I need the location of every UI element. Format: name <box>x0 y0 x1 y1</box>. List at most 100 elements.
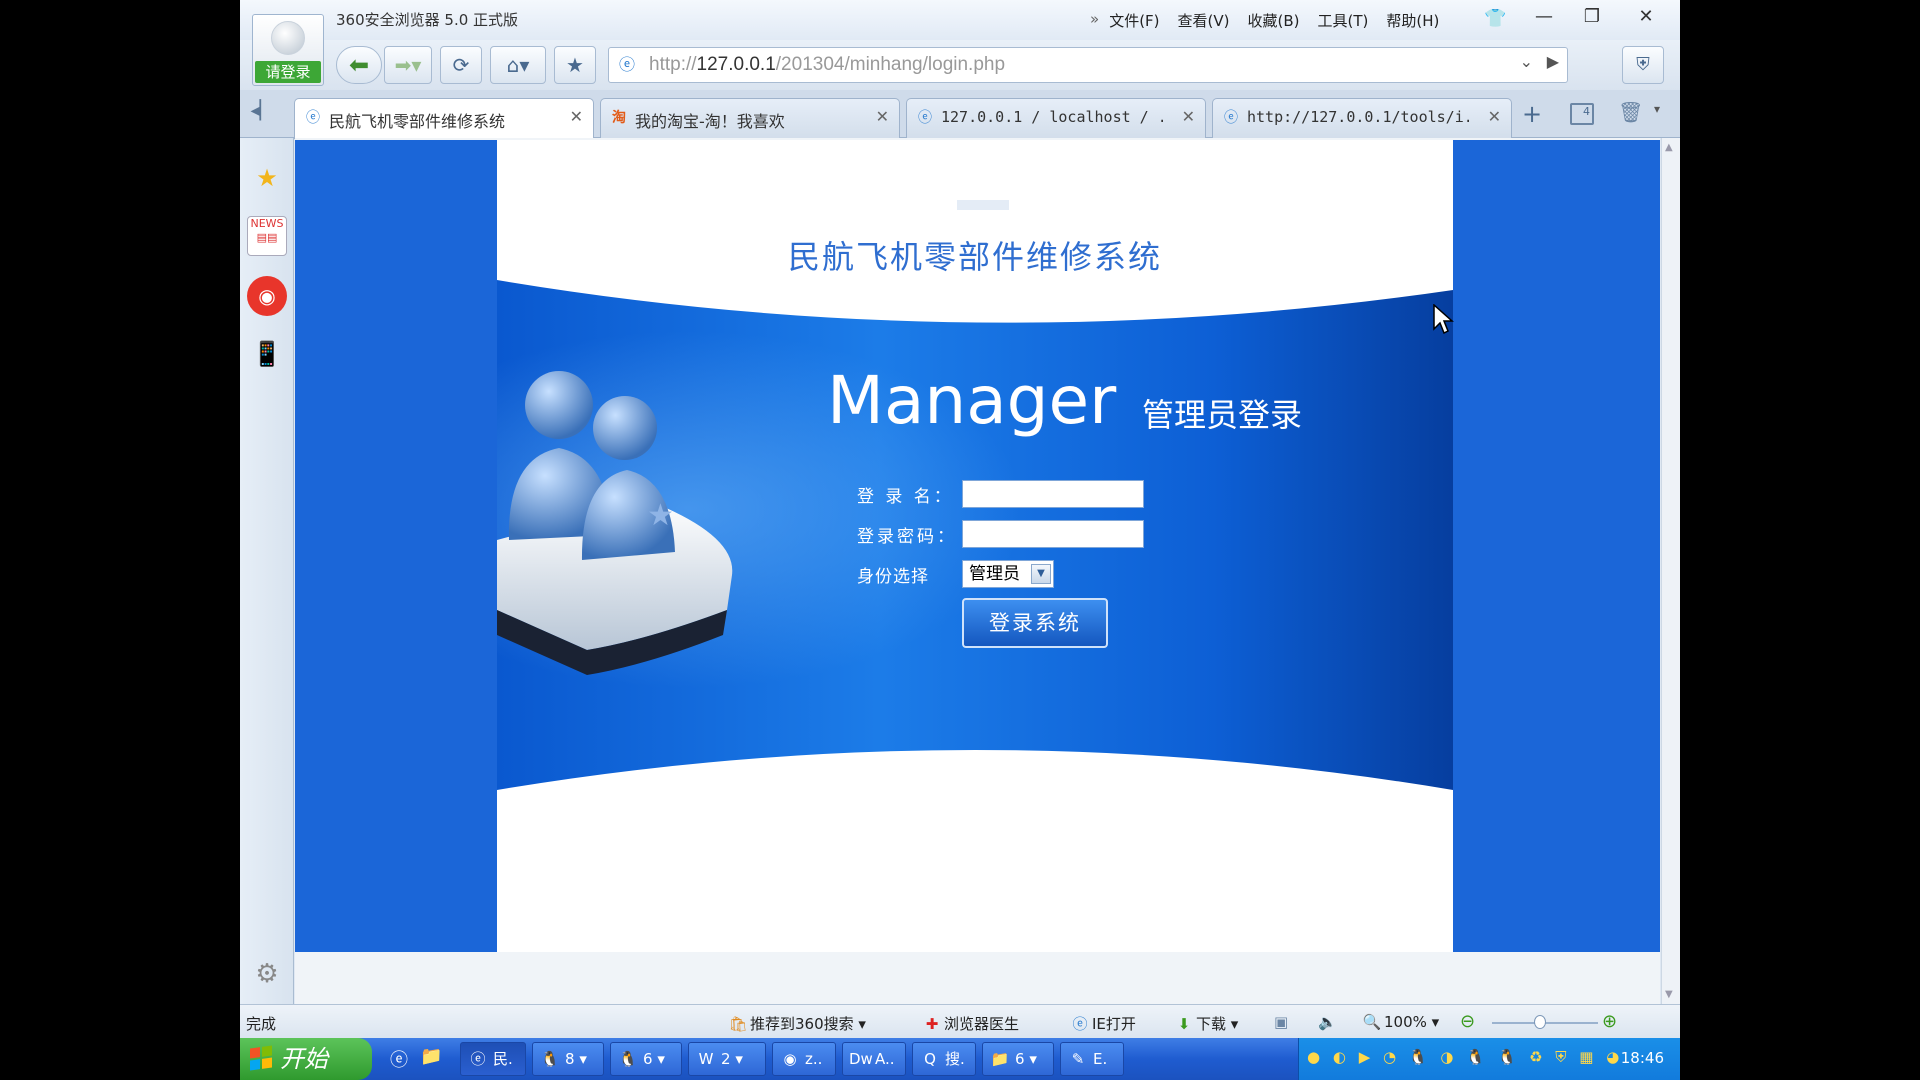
task-folders[interactable]: 📁 6 ▾ <box>982 1042 1054 1076</box>
speaker-icon[interactable]: 🔈 <box>1318 1013 1337 1031</box>
minimize-button[interactable]: — <box>1522 0 1566 34</box>
task-qq-group[interactable]: 🐧 8 ▾ <box>532 1042 604 1076</box>
clock: 18:46 <box>1620 1049 1664 1067</box>
url-text[interactable]: http://127.0.0.1/201304/minhang/login.ph… <box>649 54 1005 76</box>
browser-icon: ⓔ <box>470 1050 486 1068</box>
scroll-up-icon[interactable]: ▲ <box>1665 142 1673 153</box>
refresh-button[interactable]: ⟳ <box>440 46 482 84</box>
task-label: E. <box>1093 1050 1108 1068</box>
start-button[interactable]: 开始 <box>240 1038 372 1080</box>
address-dropdown-icon[interactable]: ⌄ <box>1520 52 1533 71</box>
forward-button[interactable]: ➡▾ <box>384 46 432 84</box>
menu-overflow-chevron[interactable]: » <box>1090 10 1099 31</box>
task-qq-group[interactable]: 🐧 6 ▾ <box>610 1042 682 1076</box>
tab-close-icon[interactable]: ✕ <box>876 107 889 126</box>
ie-label: IE打开 <box>1092 1015 1136 1033</box>
back-button[interactable]: ⬅ <box>336 46 382 84</box>
system-title: 民航飞机零部件维修系统 <box>787 238 1162 276</box>
login-panel: ★ 民航飞机零部件维修系统 Manager 管理员登录 登 录 名： 登录密码：… <box>497 140 1453 952</box>
favorite-button[interactable]: ★ <box>554 46 596 84</box>
magnifier-icon: 🔍 <box>1362 1013 1382 1031</box>
task-dreamweaver[interactable]: Dw A.. <box>842 1042 906 1076</box>
qq-penguin-icon: 🐧 <box>540 1050 560 1068</box>
user-avatar[interactable]: 请登录 <box>252 14 324 86</box>
zoom-menu[interactable]: 🔍 100% ▾ <box>1362 1013 1440 1031</box>
tab-tools[interactable]: ⓔ http://127.0.0.1/tools/i... ✕ <box>1212 98 1512 138</box>
phone-sync-icon[interactable]: 📱 <box>247 334 287 374</box>
taobao-icon: 淘 <box>612 110 626 126</box>
vertical-scrollbar[interactable]: ▲ ▼ <box>1661 138 1680 1004</box>
download-button[interactable]: ⬇ 下载 ▾ <box>1174 1013 1239 1034</box>
folder-icon: 📁 <box>990 1050 1010 1068</box>
task-app[interactable]: ◉ z.. <box>772 1042 836 1076</box>
tab-list-icon[interactable]: 4 <box>1570 103 1594 125</box>
home-button[interactable]: ⌂▾ <box>490 46 546 84</box>
password-label: 登录密码： <box>857 527 957 547</box>
news-icon[interactable]: NEWS ▤▤ <box>247 216 287 256</box>
tab-label: 我的淘宝-淘！我喜欢 <box>635 112 785 131</box>
menu-view[interactable]: 查看(V) <box>1178 10 1230 31</box>
menu-help[interactable]: 帮助(H) <box>1386 10 1439 31</box>
app-title: 360安全浏览器 5.0 正式版 <box>336 11 519 29</box>
chevron-down-icon[interactable]: ▼ <box>1031 564 1051 584</box>
zoom-in-icon[interactable]: ⊕ <box>1602 1011 1617 1032</box>
browser-doctor[interactable]: ✚ 浏览器医生 <box>922 1013 1019 1034</box>
task-label: 8 <box>565 1050 575 1068</box>
zoom-slider[interactable] <box>1492 1015 1598 1029</box>
quicklaunch-browser-icon[interactable]: ⓔ <box>390 1046 408 1072</box>
zoom-out-icon[interactable]: ⊖ <box>1460 1011 1475 1032</box>
tab-history-back-icon[interactable]: ◂▏ <box>248 100 276 126</box>
close-window-button[interactable]: ✕ <box>1624 0 1668 34</box>
chevron-down-icon[interactable]: ▾ <box>1654 102 1660 116</box>
scroll-down-icon[interactable]: ▼ <box>1665 989 1673 1000</box>
new-tab-plus-icon[interactable]: + <box>1522 100 1542 128</box>
tab-close-icon[interactable]: ✕ <box>570 107 583 126</box>
ie-page-icon: ⓔ <box>1224 110 1238 126</box>
security-shield-button[interactable]: ⛨ <box>1622 46 1664 84</box>
status-text: 完成 <box>246 1015 277 1033</box>
task-word[interactable]: W2 ▾ <box>688 1042 766 1076</box>
zoom-slider-knob[interactable] <box>1534 1015 1547 1029</box>
open-in-ie[interactable]: ⓔ IE打开 <box>1070 1013 1136 1034</box>
app-icon: ◉ <box>783 1050 797 1068</box>
task-browser[interactable]: ⓔ 民. <box>460 1042 526 1076</box>
go-icon[interactable]: ▶ <box>1547 52 1559 71</box>
tab-taobao[interactable]: 淘 我的淘宝-淘！我喜欢 ✕ <box>600 98 900 138</box>
status-bar: 完成 🛍 推荐到360搜索 ▾ ✚ 浏览器医生 ⓔ IE打开 ⬇ 下载 ▾ ▣ 🔈 🔍 1… <box>240 1004 1680 1038</box>
quicklaunch-folder-icon[interactable]: 📁 <box>420 1046 442 1067</box>
menu-favorites[interactable]: 收藏(B) <box>1248 10 1300 31</box>
favorites-star-icon[interactable]: ★ <box>247 158 287 198</box>
ie-page-icon: ⓔ <box>306 110 320 126</box>
tab-minhang-system[interactable]: ⓔ 民航飞机零部件维修系统 ✕ <box>294 98 594 139</box>
tray-icons[interactable]: ● ◐ ▶ ◔ 🐧 ◑ 🐧 🐧 ♻ ⛨ ▦ ◕ <box>1307 1048 1623 1066</box>
mouse-cursor-icon <box>1433 304 1454 335</box>
trash-icon[interactable]: 🗑 <box>1618 100 1643 124</box>
address-bar[interactable]: ⓔ http://127.0.0.1/201304/minhang/login.… <box>608 47 1568 83</box>
navigation-toolbar: ⬅ ➡▾ ⟳ ⌂▾ ★ ⓔ http://127.0.0.1/201304/mi… <box>240 40 1680 90</box>
tab-bar: ◂▏ ⓔ 民航飞机零部件维修系统 ✕ 淘 我的淘宝-淘！我喜欢 ✕ ⓔ 127.… <box>240 90 1680 139</box>
task-label: 搜. <box>945 1050 965 1068</box>
task-app-e[interactable]: ✎ E. <box>1060 1042 1124 1076</box>
tab-close-icon[interactable]: ✕ <box>1488 107 1501 126</box>
password-input[interactable] <box>962 520 1144 548</box>
recommend-360-search[interactable]: 🛍 推荐到360搜索 ▾ <box>728 1013 865 1034</box>
restore-button[interactable]: ❐ <box>1570 0 1614 34</box>
windows-taskbar: 开始 ⓔ 📁 ⓔ 民. 🐧 8 ▾ 🐧 6 ▾ W2 ▾ ◉ z.. Dw A.. Q 搜.… <box>240 1038 1680 1080</box>
role-select[interactable]: 管理员 ▼ <box>962 560 1054 588</box>
app-icon: ✎ <box>1071 1050 1085 1068</box>
username-input[interactable] <box>962 480 1144 508</box>
task-label: A.. <box>875 1050 895 1068</box>
login-prompt-badge[interactable]: 请登录 <box>255 61 321 83</box>
task-search[interactable]: Q 搜. <box>912 1042 976 1076</box>
task-label: 民. <box>493 1050 513 1068</box>
tab-localhost[interactable]: ⓔ 127.0.0.1 / localhost / ... ✕ <box>906 98 1206 138</box>
login-button[interactable]: 登录系统 <box>962 598 1108 648</box>
tab-close-icon[interactable]: ✕ <box>1182 107 1195 126</box>
weibo-icon[interactable]: ◉ <box>247 276 287 316</box>
window-icon[interactable]: ▣ <box>1274 1013 1288 1031</box>
gear-icon[interactable]: ⚙ <box>247 954 287 994</box>
menu-tools[interactable]: 工具(T) <box>1318 10 1369 31</box>
skin-shirt-icon[interactable]: 👕 <box>1484 8 1506 30</box>
ie-icon: ⓔ <box>1072 1015 1088 1033</box>
menu-file[interactable]: 文件(F) <box>1109 10 1159 31</box>
